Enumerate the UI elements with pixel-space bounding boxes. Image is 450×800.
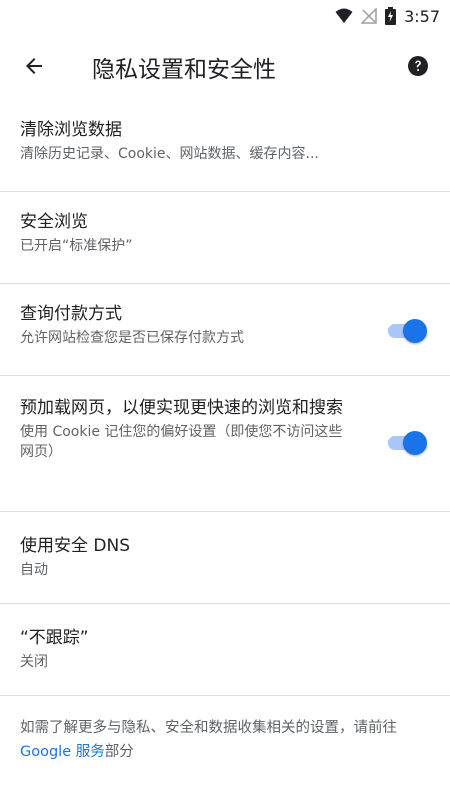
status-time: 3:57 <box>404 6 440 26</box>
battery-charging-icon <box>385 7 397 25</box>
item-title: 查询付款方式 <box>20 304 122 324</box>
status-bar: 3:57 <box>0 0 450 32</box>
item-subtitle: 关闭 <box>20 654 48 670</box>
item-subtitle: 自动 <box>20 562 48 578</box>
google-services-link[interactable]: Google 服务 <box>20 744 105 760</box>
footer-text: 如需了解更多与隐私、安全和数据收集相关的设置，请前往 <box>20 720 397 736</box>
item-title: 预加载网页，以便实现更快速的浏览和搜索 <box>20 398 343 418</box>
preload-pages-toggle[interactable] <box>386 431 427 455</box>
item-title: 安全浏览 <box>20 212 88 232</box>
arrow-back-icon <box>22 54 46 82</box>
toggle-thumb <box>403 431 427 455</box>
clear-browsing-data-item[interactable]: 清除浏览数据 清除历史记录、Cookie、网站数据、缓存内容... <box>0 100 450 192</box>
item-subtitle: 允许网站检查您是否已保存付款方式 <box>20 330 244 346</box>
toggle-thumb <box>403 319 427 343</box>
page-title: 隐私设置和安全性 <box>92 57 276 83</box>
safe-browsing-item[interactable]: 安全浏览 已开启“标准保护” <box>0 192 450 284</box>
item-subtitle: 已开启“标准保护” <box>20 238 133 254</box>
app-bar: 隐私设置和安全性 <box>0 32 450 100</box>
item-subtitle: 使用 Cookie 记住您的偏好设置（即使您不访问这些网页） <box>20 424 343 460</box>
footer-note: 如需了解更多与隐私、安全和数据收集相关的设置，请前往 Google 服务部分 <box>20 716 430 764</box>
help-icon <box>406 54 430 82</box>
help-button[interactable] <box>404 54 432 82</box>
footer-text-end: 部分 <box>104 744 134 760</box>
preload-pages-item[interactable]: 预加载网页，以便实现更快速的浏览和搜索 使用 Cookie 记住您的偏好设置（即… <box>0 376 450 512</box>
item-subtitle: 清除历史记录、Cookie、网站数据、缓存内容... <box>20 146 319 162</box>
do-not-track-item[interactable]: “不跟踪” 关闭 <box>0 604 450 696</box>
back-button[interactable] <box>18 52 50 84</box>
item-title: 使用安全 DNS <box>20 536 131 556</box>
secure-dns-item[interactable]: 使用安全 DNS 自动 <box>0 512 450 604</box>
payment-methods-item[interactable]: 查询付款方式 允许网站检查您是否已保存付款方式 <box>0 284 450 376</box>
wifi-icon <box>335 8 353 24</box>
item-title: 清除浏览数据 <box>20 120 122 140</box>
settings-list: 清除浏览数据 清除历史记录、Cookie、网站数据、缓存内容... 安全浏览 已… <box>0 100 450 696</box>
no-signal-icon <box>361 8 377 24</box>
item-title: “不跟踪” <box>20 628 89 648</box>
payment-methods-toggle[interactable] <box>386 319 427 343</box>
